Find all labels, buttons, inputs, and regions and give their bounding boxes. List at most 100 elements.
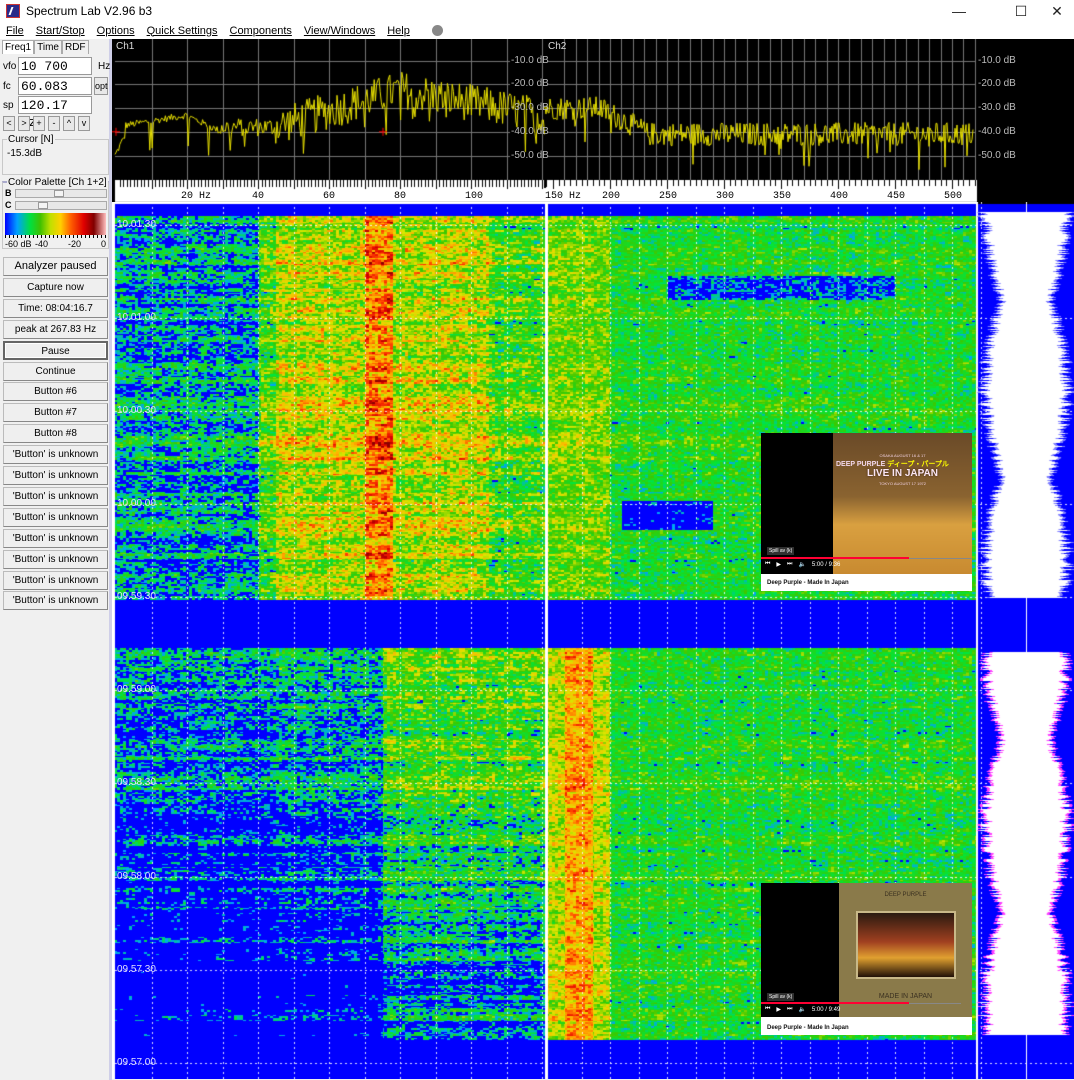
menu-file[interactable]: File xyxy=(6,25,24,37)
menu-start-stop[interactable]: Start/Stop xyxy=(36,25,85,37)
db-label: -50.0 dB xyxy=(511,150,549,161)
menu-bar: File Start/Stop Options Quick Settings C… xyxy=(0,22,1074,39)
tab-freq1[interactable]: Freq1 xyxy=(2,40,35,54)
tab-time[interactable]: Time xyxy=(34,40,62,54)
cursor-box: Cursor [N] -15.3dB xyxy=(2,134,109,175)
video-controls: ⏮ ▶ ⏭ 🔈 5:00 / 9:49 xyxy=(765,1006,840,1013)
panel-button[interactable]: Button #6 xyxy=(3,382,108,402)
previous-icon[interactable]: ⏮ xyxy=(765,1006,770,1013)
ch2-freq-tick: 350 xyxy=(773,191,792,202)
album-cover-image: DEEP PURPLE MADE IN JAPAN xyxy=(839,883,972,1017)
minimize-button[interactable]: — xyxy=(936,0,982,22)
video-overlay-live-in-japan[interactable]: OSAKA AUGUST 16 & 17 DEEP PURPLE ディープ・パー… xyxy=(761,433,972,591)
ch1-label: Ch1 xyxy=(116,41,135,52)
menu-view-windows[interactable]: View/Windows xyxy=(304,25,375,37)
waterfall-time-label: 10.01.00 xyxy=(117,312,156,323)
waterfall-time-label: 09.57.30 xyxy=(117,964,156,975)
tab-rdf[interactable]: RDF xyxy=(61,40,89,54)
cover-title: DEEP PURPLE xyxy=(884,892,927,898)
contrast-label: C xyxy=(5,200,12,210)
waterfall-time-label: 10.00.00 xyxy=(117,498,156,509)
volume-icon[interactable]: 🔈 xyxy=(798,1006,805,1013)
ch2-label: Ch2 xyxy=(548,41,567,52)
ch2-freq-tick: 250 xyxy=(659,191,678,202)
video-progress[interactable] xyxy=(761,1002,909,1004)
zoom-in-button[interactable]: + xyxy=(33,116,45,131)
db-label: -10.0 dB xyxy=(511,55,549,66)
db-label: -50.0 dB xyxy=(978,150,1016,161)
panel-button[interactable]: peak at 267.83 Hz xyxy=(3,319,108,339)
panel-button[interactable]: 'Button' is unknown xyxy=(3,445,108,465)
palette-scale-label: -60 dB xyxy=(5,239,32,249)
ch2-freq-tick: 450 xyxy=(887,191,906,202)
video-caption: Deep Purple - Made In Japan xyxy=(767,580,849,586)
panel-button[interactable]: Pause xyxy=(3,340,108,360)
palette-scale-label: -40 xyxy=(35,239,49,249)
cover-text: TOKYO AUGUST 17 1972 xyxy=(879,481,926,486)
fc-input[interactable]: 60.083 Hz xyxy=(18,77,92,111)
panel-button[interactable]: 'Button' is unknown xyxy=(3,570,108,590)
ch2-freq-tick: 150 Hz xyxy=(545,191,582,202)
db-label: -20.0 dB xyxy=(511,78,549,89)
menu-quick-settings[interactable]: Quick Settings xyxy=(147,25,218,37)
cover-subtitle: LIVE IN JAPAN xyxy=(867,468,938,479)
play-tooltip: Spill av (k) xyxy=(767,547,795,555)
palette-title: Color Palette [Ch 1+2] xyxy=(7,177,108,188)
spectrum-display[interactable] xyxy=(112,39,1074,204)
brightness-slider[interactable] xyxy=(15,189,107,198)
panel-button[interactable]: Continue xyxy=(3,361,108,381)
volume-icon[interactable]: 🔈 xyxy=(798,561,805,568)
panel-button[interactable]: 'Button' is unknown xyxy=(3,486,108,506)
close-button[interactable]: ✕ xyxy=(1034,0,1074,22)
previous-icon[interactable]: ⏮ xyxy=(765,561,770,568)
contrast-slider[interactable] xyxy=(15,201,107,210)
cover-subtitle: MADE IN JAPAN xyxy=(878,993,933,1000)
panel-button[interactable]: Button #8 xyxy=(3,424,108,444)
ch2-freq-tick: 500 xyxy=(944,191,963,202)
panel-button[interactable]: 'Button' is unknown xyxy=(3,528,108,548)
waterfall-time-label: 09.59.30 xyxy=(117,591,156,602)
play-icon[interactable]: ▶ xyxy=(776,1006,781,1013)
play-icon[interactable]: ▶ xyxy=(776,561,781,568)
vfo-input[interactable]: 10 700 000 xyxy=(18,57,92,91)
menu-options[interactable]: Options xyxy=(97,25,135,37)
vfo-unit: Hz xyxy=(98,60,111,72)
db-label: -20.0 dB xyxy=(978,78,1016,89)
cover-text: OSAKA AUGUST 16 & 17 xyxy=(879,453,926,458)
freq-right-button[interactable]: > xyxy=(18,116,30,131)
waterfall-time-label: 09.57.00 xyxy=(117,1057,156,1068)
menu-components[interactable]: Components xyxy=(230,25,292,37)
panel-button[interactable]: 'Button' is unknown xyxy=(3,466,108,485)
panel-button[interactable]: Analyzer paused xyxy=(3,257,108,276)
fc-label: fc xyxy=(3,80,11,92)
play-tooltip: Spill av (k) xyxy=(767,993,795,1001)
ch2-freq-tick: 200 xyxy=(602,191,621,202)
freq-left-button[interactable]: < xyxy=(3,116,15,131)
panel-button[interactable]: Capture now xyxy=(3,277,108,297)
panel-button[interactable]: Time: 08:04:16.7 xyxy=(3,298,108,318)
sp-input[interactable]: 120.17 Hz xyxy=(18,96,92,130)
video-caption: Deep Purple - Made In Japan xyxy=(767,1025,849,1031)
up-button[interactable]: ^ xyxy=(63,116,75,131)
video-progress[interactable] xyxy=(761,557,909,559)
down-button[interactable]: v xyxy=(78,116,90,131)
video-controls: ⏮ ▶ ⏭ 🔈 5:00 / 9:36 xyxy=(765,561,840,568)
cursor-value: -15.3dB xyxy=(7,148,43,159)
vfo-label: vfo xyxy=(3,60,17,72)
opt-button[interactable]: opt xyxy=(94,77,108,95)
menu-help[interactable]: Help xyxy=(387,25,410,37)
ch1-freq-tick: 80 xyxy=(394,191,407,202)
video-overlay-made-in-japan[interactable]: DEEP PURPLE MADE IN JAPAN Spill av (k) ⏮… xyxy=(761,883,972,1035)
next-icon[interactable]: ⏭ xyxy=(787,1006,792,1013)
panel-button[interactable]: 'Button' is unknown xyxy=(3,549,108,569)
window-title: Spectrum Lab V2.96 b3 xyxy=(26,4,153,18)
panel-button[interactable]: 'Button' is unknown xyxy=(3,507,108,527)
zoom-out-button[interactable]: - xyxy=(48,116,60,131)
color-palette-bar xyxy=(5,213,106,235)
title-bar: Spectrum Lab V2.96 b3 — ☐ ✕ xyxy=(0,0,1074,22)
panel-button[interactable]: Button #7 xyxy=(3,403,108,423)
app-icon xyxy=(6,4,20,18)
next-icon[interactable]: ⏭ xyxy=(787,561,792,568)
panel-button[interactable]: 'Button' is unknown xyxy=(3,591,108,611)
palette-scale-label: -20 xyxy=(68,239,82,249)
